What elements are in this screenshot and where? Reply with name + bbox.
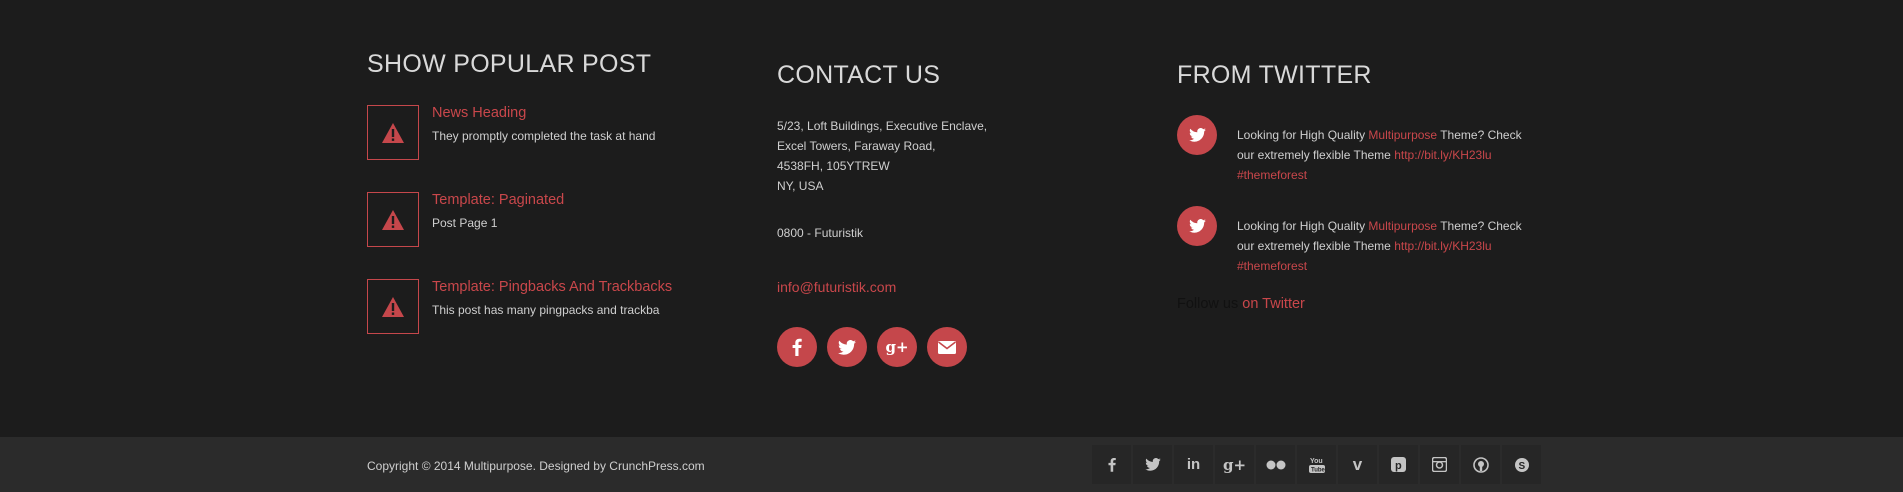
facebook-icon — [792, 338, 802, 356]
popular-post-item[interactable]: News Heading They promptly completed the… — [367, 105, 707, 163]
email-icon — [938, 340, 956, 354]
post-excerpt: Post Page 1 — [432, 216, 498, 230]
tweet-hashtag[interactable]: #themeforest — [1237, 168, 1307, 182]
svg-text:You: You — [1310, 458, 1323, 465]
copyright-text: Copyright © 2014 Multipurpose. Designed … — [367, 459, 705, 473]
flickr-icon — [1266, 460, 1285, 469]
twitter-icon — [1144, 458, 1161, 471]
contact-email-link[interactable]: info@futuristik.com — [777, 279, 896, 295]
warning-icon — [382, 296, 404, 317]
tweet-text: Looking for High Quality Multipurpose Th… — [1237, 216, 1527, 276]
footer-youtube-button[interactable]: You Tube — [1297, 445, 1336, 484]
footer-google-plus-button[interactable]: g+ — [1215, 445, 1254, 484]
contact-phone: 0800 - Futuristik — [777, 226, 864, 240]
tweet-text-part: Looking for High Quality — [1237, 128, 1369, 142]
google-plus-icon: g+ — [1222, 455, 1247, 474]
address-line: NY, USA — [777, 179, 824, 193]
footer-main: SHOW POPULAR POST News Heading They prom… — [0, 0, 1903, 437]
contact-title: CONTACT US — [777, 61, 941, 89]
tweet-text-part: Looking for High Quality — [1237, 219, 1369, 233]
popular-post-item[interactable]: Template: Pingbacks And Trackbacks This … — [367, 279, 707, 337]
skype-icon: S — [1514, 457, 1529, 472]
svg-text:Tube: Tube — [1311, 468, 1325, 474]
warning-icon — [382, 122, 404, 143]
post-title-link[interactable]: Template: Pingbacks And Trackbacks — [432, 279, 672, 295]
popular-posts-title: SHOW POPULAR POST — [367, 50, 652, 78]
footer-instagram-button[interactable] — [1420, 445, 1459, 484]
contact-address: 5/23, Loft Buildings, Executive Enclave,… — [777, 116, 987, 196]
warning-icon — [382, 209, 404, 230]
footer-facebook-button[interactable] — [1092, 445, 1131, 484]
post-thumbnail[interactable] — [367, 192, 419, 247]
follow-twitter-link[interactable]: on Twitter — [1242, 296, 1305, 312]
pinterest-icon: p — [1391, 457, 1406, 472]
footer-flickr-button[interactable] — [1256, 445, 1295, 484]
tweet-text: Looking for High Quality Multipurpose Th… — [1237, 125, 1527, 185]
address-line: Excel Towers, Faraway Road, — [777, 139, 936, 153]
post-excerpt: They promptly completed the task at hand — [432, 129, 656, 143]
tweet-highlight: Multipurpose — [1368, 219, 1438, 233]
footer-linkedin-button[interactable]: in — [1174, 445, 1213, 484]
footer-skype-button[interactable]: S — [1502, 445, 1541, 484]
linkedin-icon: in — [1186, 456, 1201, 473]
post-thumbnail[interactable] — [367, 105, 419, 160]
address-line: 5/23, Loft Buildings, Executive Enclave, — [777, 119, 988, 133]
tweet-highlight: Multipurpose — [1368, 128, 1438, 142]
contact-social-links: g+ — [777, 327, 967, 367]
follow-prefix: Follow us — [1177, 296, 1243, 312]
tweet-badge — [1177, 115, 1217, 155]
post-title-link[interactable]: News Heading — [432, 105, 526, 121]
github-icon — [1472, 456, 1489, 473]
post-title-link[interactable]: Template: Paginated — [432, 192, 564, 208]
post-excerpt: This post has many pingpacks and trackba — [432, 303, 660, 317]
email-button[interactable] — [927, 327, 967, 367]
footer-bottom-bar: Copyright © 2014 Multipurpose. Designed … — [0, 437, 1903, 492]
svg-text:S: S — [1518, 461, 1525, 472]
facebook-button[interactable] — [777, 327, 817, 367]
youtube-icon: You Tube — [1308, 458, 1325, 474]
twitter-button[interactable] — [827, 327, 867, 367]
tweet-link[interactable]: http://bit.ly/KH23lu — [1394, 148, 1491, 162]
twitter-icon — [838, 339, 856, 355]
facebook-icon — [1107, 457, 1116, 472]
vimeo-icon: v — [1352, 454, 1363, 474]
google-plus-button[interactable]: g+ — [877, 327, 917, 367]
footer-social-icons: in g+ You Tube v p S — [1092, 445, 1543, 484]
footer-vimeo-button[interactable]: v — [1338, 445, 1377, 484]
twitter-title: FROM TWITTER — [1177, 61, 1372, 89]
tweet-badge — [1177, 206, 1217, 246]
tweet-hashtag[interactable]: #themeforest — [1237, 259, 1307, 273]
twitter-icon — [1188, 219, 1206, 233]
post-thumbnail[interactable] — [367, 279, 419, 334]
popular-post-item[interactable]: Template: Paginated Post Page 1 — [367, 192, 707, 250]
svg-text:p: p — [1395, 460, 1402, 472]
twitter-icon — [1188, 128, 1206, 142]
footer-github-button[interactable] — [1461, 445, 1500, 484]
instagram-icon — [1432, 457, 1447, 472]
footer-twitter-button[interactable] — [1133, 445, 1172, 484]
footer-pinterest-button[interactable]: p — [1379, 445, 1418, 484]
address-line: 4538FH, 105YTREW — [777, 159, 890, 173]
google-plus-icon: g+ — [885, 338, 909, 356]
tweet-link[interactable]: http://bit.ly/KH23lu — [1394, 239, 1491, 253]
follow-twitter: Follow us on Twitter — [1177, 296, 1305, 312]
